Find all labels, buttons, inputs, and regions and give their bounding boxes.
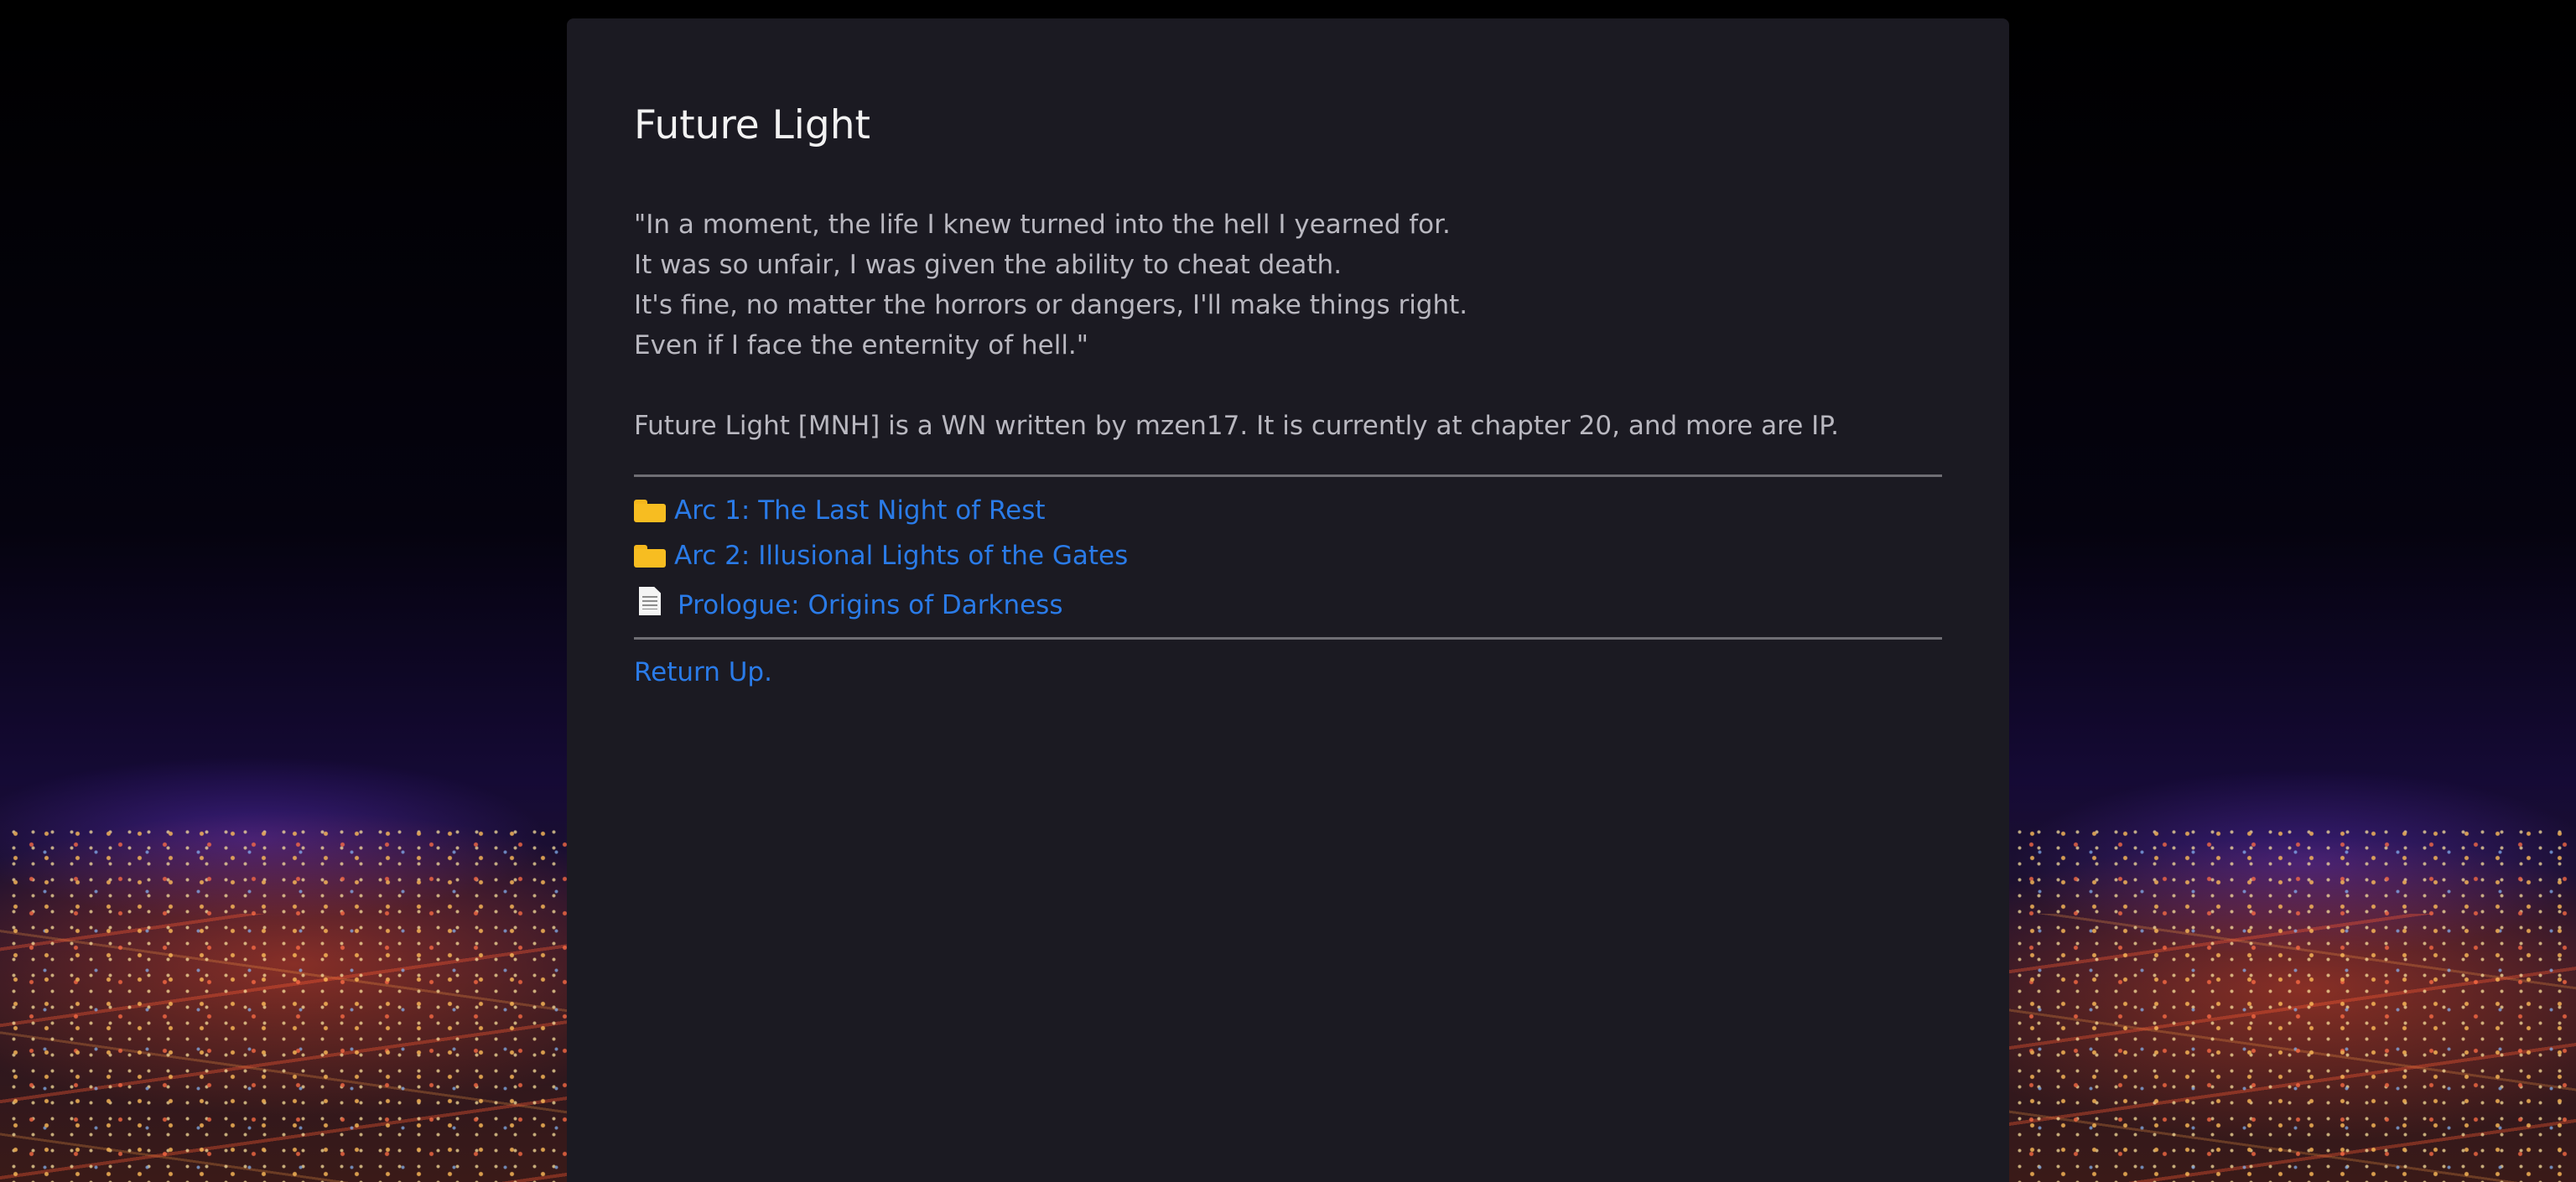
quote-line: It was so unfair, I was given the abilit… (634, 250, 1343, 280)
content-panel: Future Light "In a moment, the life I kn… (567, 18, 2009, 1182)
page-title: Future Light (634, 102, 870, 148)
summary-text: Future Light [MNH] is a WN written by mz… (634, 411, 1840, 441)
quote-line: It's fine, no matter the horrors or dang… (634, 290, 1468, 320)
folder-icon (634, 544, 666, 568)
divider-bottom (634, 637, 1942, 640)
document-icon (639, 587, 661, 615)
list-item: Prologue: Origins of Darkness (634, 578, 1128, 632)
list-item: Arc 2: Illusional Lights of the Gates (634, 533, 1128, 578)
entry-list: Arc 1: The Last Night of Rest Arc 2: Ill… (634, 488, 1128, 632)
prologue-link[interactable]: Prologue: Origins of Darkness (678, 590, 1062, 620)
quote-line: Even if I face the enternity of hell." (634, 330, 1089, 360)
arc-2-link[interactable]: Arc 2: Illusional Lights of the Gates (674, 541, 1128, 571)
divider-top (634, 474, 1942, 477)
arc-1-link[interactable]: Arc 1: The Last Night of Rest (674, 495, 1046, 526)
description: "In a moment, the life I knew turned int… (634, 205, 1942, 446)
folder-icon (634, 499, 666, 522)
quote-line: "In a moment, the life I knew turned int… (634, 210, 1451, 240)
return-up-link[interactable]: Return Up. (634, 652, 772, 692)
list-item: Arc 1: The Last Night of Rest (634, 488, 1128, 533)
